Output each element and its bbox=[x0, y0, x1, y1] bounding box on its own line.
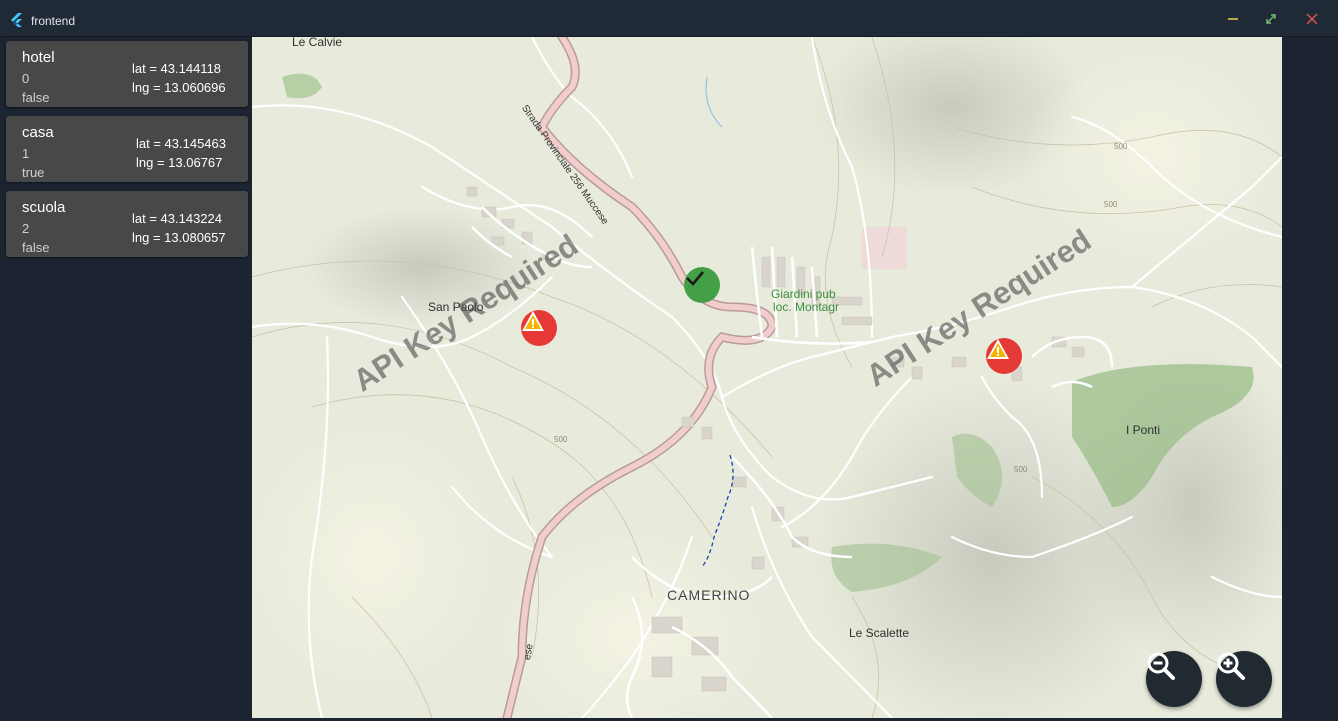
location-name: casa bbox=[22, 124, 54, 141]
location-index: 0 bbox=[22, 71, 30, 86]
marker-casa[interactable] bbox=[684, 267, 720, 303]
marker-scuola[interactable] bbox=[986, 338, 1022, 374]
town-label: CAMERINO bbox=[667, 587, 751, 603]
zoom-out-icon bbox=[1147, 652, 1175, 680]
contour-label: 500 bbox=[554, 435, 568, 444]
expand-icon bbox=[1266, 14, 1276, 24]
contour-label: 500 bbox=[1014, 465, 1028, 474]
title-bar: frontend bbox=[0, 0, 1338, 37]
warning-icon bbox=[522, 311, 544, 331]
location-lng: lng = 13.060696 bbox=[132, 80, 226, 95]
location-index: 1 bbox=[22, 146, 30, 161]
place-label: Le Calvie bbox=[292, 37, 343, 49]
location-lat: lat = 43.143224 bbox=[132, 211, 222, 226]
zoom-out-button[interactable] bbox=[1146, 651, 1202, 707]
location-name: scuola bbox=[22, 199, 66, 216]
poi-label: loc. Montagr bbox=[773, 300, 840, 314]
close-button[interactable] bbox=[1303, 10, 1321, 28]
location-lat: lat = 43.145463 bbox=[136, 136, 226, 151]
right-gutter bbox=[1282, 37, 1338, 721]
minimize-button[interactable] bbox=[1224, 10, 1242, 28]
location-list: hotel 0 false lat = 43.144118 lng = 13.0… bbox=[0, 37, 252, 721]
maximize-button[interactable] bbox=[1262, 10, 1280, 28]
flutter-logo-icon bbox=[11, 13, 22, 27]
contour-label: 500 bbox=[1104, 200, 1118, 209]
map-view[interactable]: Le Calvie San Paolo Giardini pub loc. Mo… bbox=[252, 37, 1282, 718]
location-lng: lng = 13.06767 bbox=[136, 155, 223, 170]
location-flag: false bbox=[22, 240, 50, 255]
location-card-hotel[interactable]: hotel 0 false lat = 43.144118 lng = 13.0… bbox=[6, 41, 248, 107]
close-icon bbox=[1306, 13, 1318, 25]
location-index: 2 bbox=[22, 221, 30, 236]
place-label: I Ponti bbox=[1126, 423, 1161, 437]
map-tiles bbox=[252, 37, 1282, 718]
marker-hotel[interactable] bbox=[521, 310, 557, 346]
location-flag: false bbox=[22, 90, 50, 105]
minimize-icon bbox=[1228, 18, 1238, 20]
location-flag: true bbox=[22, 165, 45, 180]
location-lng: lng = 13.080657 bbox=[132, 230, 226, 245]
zoom-in-button[interactable] bbox=[1216, 651, 1272, 707]
zoom-in-icon bbox=[1217, 652, 1245, 680]
place-label: Le Scalette bbox=[849, 626, 910, 640]
location-card-scuola[interactable]: scuola 2 false lat = 43.143224 lng = 13.… bbox=[6, 191, 248, 257]
location-card-casa[interactable]: casa 1 true lat = 43.145463 lng = 13.067… bbox=[6, 116, 248, 182]
location-name: hotel bbox=[22, 49, 55, 66]
warning-icon bbox=[987, 339, 1009, 359]
window-title: frontend bbox=[31, 14, 76, 28]
location-lat: lat = 43.144118 bbox=[132, 61, 222, 76]
check-icon bbox=[686, 271, 704, 286]
contour-label: 500 bbox=[1114, 142, 1128, 151]
